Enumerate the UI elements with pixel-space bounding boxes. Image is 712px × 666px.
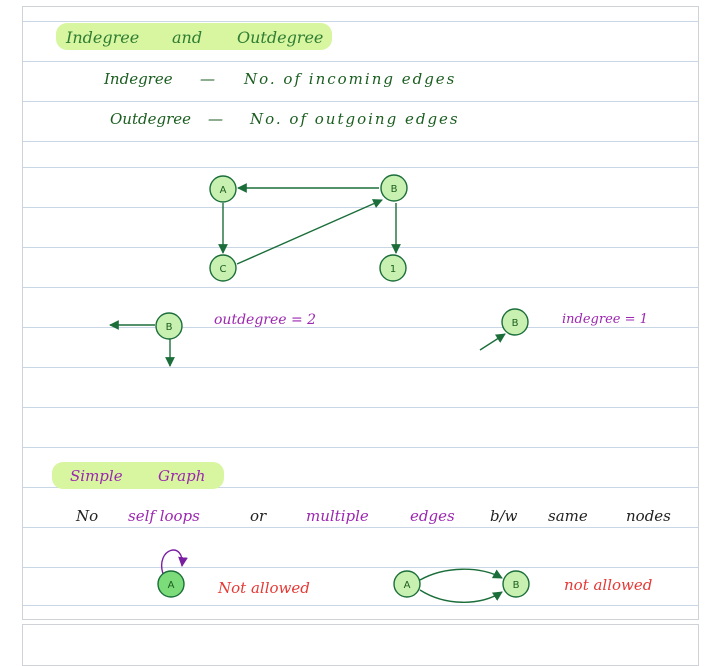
multi-node-a-label: A — [404, 580, 411, 591]
multi-node-b: B — [502, 570, 530, 598]
word-nodes: nodes — [626, 507, 671, 525]
node-a: A — [209, 175, 237, 203]
simple-graph-title-left: Simple — [70, 467, 123, 485]
word-multiple: multiple — [306, 507, 369, 525]
loop-node-label: A — [168, 580, 175, 591]
out-example-node-label: B — [166, 322, 173, 333]
word-same: same — [548, 507, 588, 525]
in-example-node: B — [501, 308, 529, 336]
simple-graph-title-right: Graph — [158, 467, 206, 485]
self-loop-not-allowed: Not allowed — [218, 579, 310, 597]
loop-node: A — [157, 570, 185, 598]
multi-edge-not-allowed: not allowed — [564, 576, 653, 594]
multi-edge-bottom — [419, 589, 503, 603]
node-c-label: C — [220, 264, 227, 275]
node-b: B — [380, 174, 408, 202]
node-b-label: B — [391, 184, 398, 195]
in-edge — [479, 333, 506, 351]
word-or: or — [250, 507, 267, 525]
word-edges: edges — [410, 507, 455, 525]
indegree-example-label: indegree = 1 — [562, 312, 648, 327]
word-no: No — [76, 507, 99, 525]
node-c: C — [209, 254, 237, 282]
word-self-loops: self loops — [128, 507, 200, 525]
word-bw: b/w — [490, 507, 518, 525]
out-example-node: B — [155, 312, 183, 340]
multi-node-a: A — [393, 570, 421, 598]
outdegree-example-label: outdegree = 2 — [214, 312, 317, 328]
multi-node-b-label: B — [513, 580, 520, 591]
multi-edge-top — [419, 568, 503, 581]
edge-c-b — [236, 199, 383, 265]
node-1-label: 1 — [390, 264, 396, 275]
in-example-node-label: B — [512, 318, 519, 329]
node-1: 1 — [379, 254, 407, 282]
node-a-label: A — [220, 185, 227, 196]
